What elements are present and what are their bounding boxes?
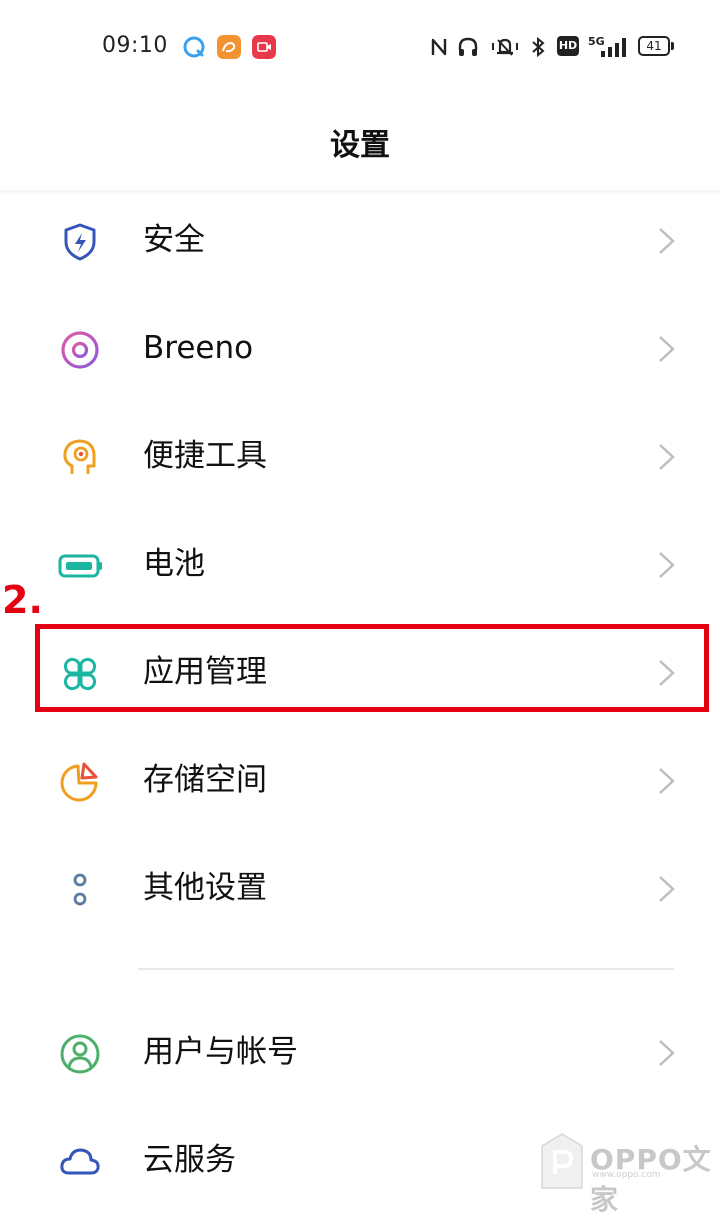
uc-browser-icon [217,35,241,59]
settings-item-label: 电池 [143,546,205,582]
vibrate-icon [492,38,518,56]
nfc-icon [431,38,447,56]
headphones-icon [458,37,478,56]
settings-item-label: Breeno [143,330,254,366]
battery-outline-icon [58,554,102,578]
settings-item-label: 便捷工具 [143,438,267,474]
signal-icon [601,38,626,57]
chevron-right-icon [659,336,675,362]
head-gear-icon [63,439,96,474]
settings-item-security[interactable]: 安全 [0,186,720,294]
cloud-icon [60,1148,100,1175]
settings-item-label: 用户与帐号 [143,1034,298,1070]
settings-item-storage[interactable]: 存储空间 [0,726,720,834]
dots-icon [73,873,87,906]
settings-item-label: 存储空间 [143,762,267,798]
browser-icon [183,36,205,58]
chevron-right-icon [659,552,675,578]
step-number-label: 2. [2,578,43,622]
settings-item-label: 安全 [143,222,205,258]
battery-tip [671,42,674,50]
settings-item-tools[interactable]: 便捷工具 [0,402,720,510]
section-divider [138,968,674,970]
highlight-box [35,624,709,712]
page-title: 设置 [330,128,390,163]
settings-item-label: 云服务 [143,1142,236,1178]
hd-icon: HD [557,36,579,56]
settings-item-battery[interactable]: 电池 [0,510,720,618]
chevron-right-icon [659,228,675,254]
settings-item-other[interactable]: 其他设置 [0,834,720,942]
chevron-right-icon [659,876,675,902]
breeno-ring-icon [61,331,99,369]
bluetooth-icon [532,36,545,58]
status-bar: 09:10 HD 5G 41 [0,0,720,92]
watermark-subtext: www.oppo.com [592,1170,661,1180]
user-circle-icon [60,1034,100,1074]
shield-bolt-icon [64,223,96,261]
status-time: 09:10 [102,33,168,58]
chevron-right-icon [659,444,675,470]
screen-record-icon [252,35,276,59]
pie-chart-icon [60,762,98,802]
settings-item-accounts[interactable]: 用户与帐号 [0,998,720,1106]
settings-item-label: 其他设置 [143,870,267,906]
chevron-right-icon [659,768,675,794]
battery-icon: 41 [638,36,670,56]
chevron-right-icon [659,1040,675,1066]
settings-item-breeno[interactable]: Breeno [0,294,720,402]
